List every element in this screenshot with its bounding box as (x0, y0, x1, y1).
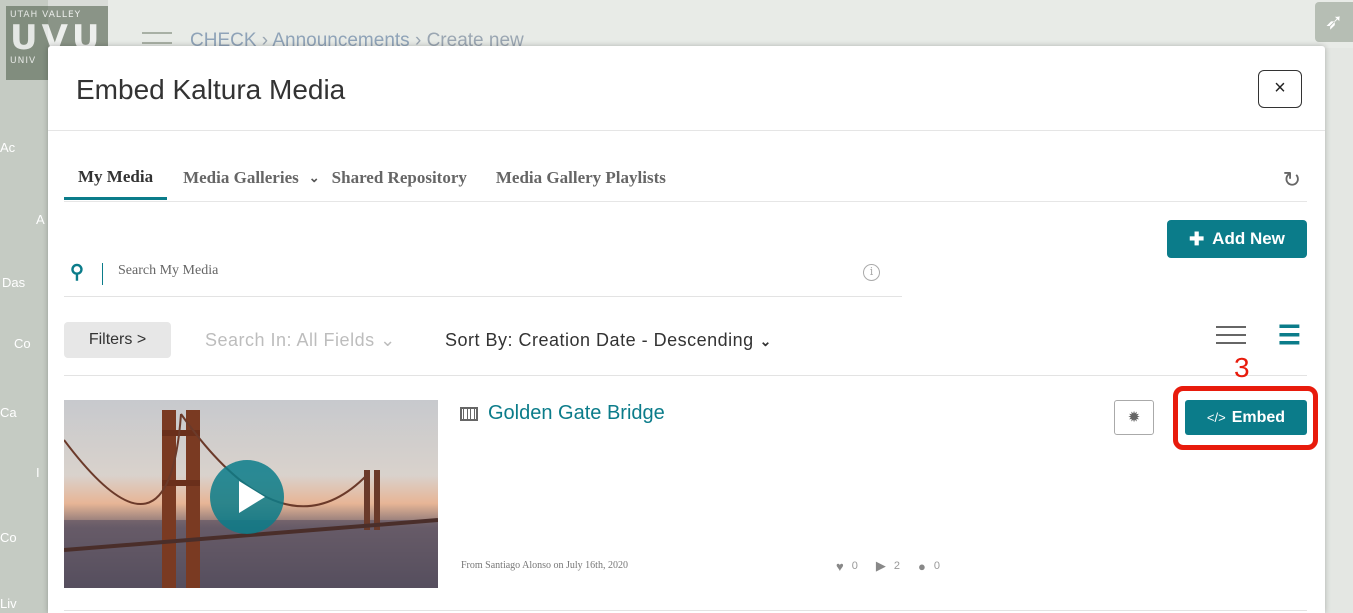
sort-by-dropdown[interactable]: Sort By: Creation Date - Descending ⌄ (445, 330, 772, 351)
divider (64, 610, 1307, 611)
add-new-label: Add New (1212, 229, 1285, 248)
sidebar-label: Liv (0, 596, 17, 611)
settings-button[interactable]: ✹ (1114, 400, 1154, 435)
search-bar: ⚲ i (64, 253, 902, 297)
highlight-annotation (1173, 386, 1318, 450)
comment-icon: ● (917, 558, 926, 574)
plays-stat: ▶ 2 (876, 558, 900, 574)
search-separator (102, 263, 103, 285)
lms-sidebar (0, 0, 48, 613)
media-title[interactable]: Golden Gate Bridge (460, 402, 665, 425)
sidebar-label: A (36, 212, 45, 227)
sidebar-label: Ca (0, 405, 17, 420)
likes-stat: ♥ 0 (836, 558, 858, 574)
tab-my-media[interactable]: My Media (64, 156, 168, 200)
play-count-icon: ▶ (875, 558, 886, 573)
plays-count: 2 (893, 560, 900, 572)
heart-icon: ♥ (836, 558, 844, 574)
media-title-text: Golden Gate Bridge (488, 402, 665, 424)
tab-media-gallery-playlists[interactable]: Media Gallery Playlists (496, 156, 666, 200)
embed-media-modal: Embed Kaltura Media × My Media Media Gal… (48, 46, 1325, 613)
divider (64, 375, 1307, 376)
divider (48, 130, 1325, 131)
video-icon (460, 406, 478, 421)
sidebar-label: Ac (0, 140, 16, 155)
media-tabs: My Media Media Galleries ⌄ Shared Reposit… (64, 156, 695, 200)
search-in-label: Search In: All Fields (205, 330, 375, 350)
info-icon[interactable]: i (863, 264, 880, 281)
filters-button[interactable]: Filters > (64, 322, 171, 358)
sidebar-label: I (36, 465, 40, 480)
comments-stat: ● 0 (918, 558, 940, 574)
comments-count: 0 (933, 560, 940, 572)
sort-by-label: Sort By: Creation Date - Descending (445, 330, 754, 350)
chevron-down-icon: ⌄ (759, 333, 772, 349)
media-meta: From Santiago Alonso on July 16th, 2020 (461, 560, 628, 571)
media-entry: Golden Gate Bridge From Santiago Alonso … (64, 400, 1307, 588)
tab-label: My Media (78, 166, 154, 186)
divider (64, 201, 1307, 202)
media-thumbnail[interactable] (64, 400, 438, 588)
page-right-strip (1325, 48, 1353, 613)
tab-label: Media Gallery Playlists (495, 168, 666, 187)
gear-icon: ✹ (1127, 409, 1141, 426)
rocket-icon[interactable]: ➶ (1315, 2, 1353, 42)
list-view-icon[interactable] (1216, 326, 1246, 344)
sidebar-label: Co (14, 336, 31, 351)
likes-count: 0 (851, 560, 858, 572)
sidebar-label: Co (0, 530, 17, 545)
refresh-icon[interactable]: ↻ (1283, 167, 1301, 193)
chevron-down-icon: ⌄ (308, 170, 320, 185)
close-button[interactable]: × (1258, 70, 1302, 108)
search-in-dropdown[interactable]: Search In: All Fields ⌄ (205, 330, 396, 351)
detailed-view-icon[interactable]: ☰ (1278, 322, 1301, 348)
tab-media-galleries[interactable]: Media Galleries ⌄ (183, 156, 320, 200)
chevron-down-icon: ⌄ (380, 330, 396, 350)
hamburger-icon[interactable] (142, 32, 172, 44)
tab-shared-repository[interactable]: Shared Repository (332, 156, 467, 200)
tab-label: Shared Repository (331, 168, 467, 187)
media-stats: ♥ 0 ▶ 2 ● 0 (836, 558, 940, 574)
step-number-annotation: 3 (1234, 352, 1250, 383)
search-input[interactable] (118, 263, 818, 279)
add-new-button[interactable]: ✚ Add New (1167, 220, 1307, 258)
sidebar-label: Das (2, 275, 26, 290)
search-icon: ⚲ (70, 262, 84, 283)
plus-icon: ✚ (1189, 228, 1205, 249)
play-icon[interactable] (210, 460, 284, 534)
modal-title: Embed Kaltura Media (76, 74, 346, 105)
tab-label: Media Galleries (183, 168, 299, 187)
